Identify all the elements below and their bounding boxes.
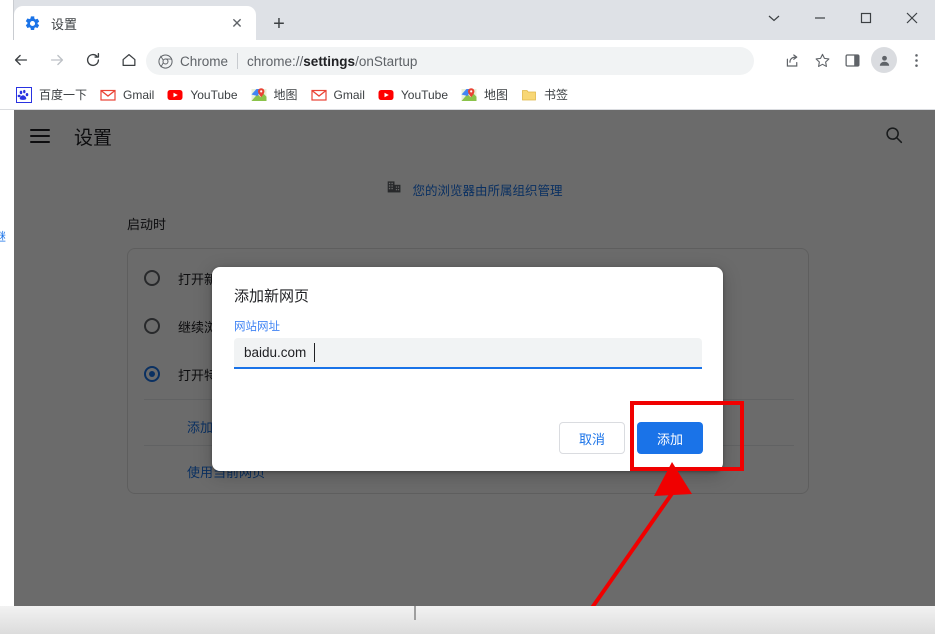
- tab-settings[interactable]: 设置 ✕: [14, 6, 256, 40]
- text-caret: [314, 343, 315, 362]
- toolbar-actions: [777, 45, 931, 75]
- window-left-edge: [0, 0, 14, 40]
- taskbar-divider: [414, 606, 416, 620]
- home-icon[interactable]: [114, 45, 144, 75]
- bookmark-label: YouTube: [190, 87, 238, 102]
- bookmark-label: 百度一下: [39, 88, 88, 102]
- bookmark-label: Gmail: [333, 87, 365, 102]
- omnibox-chrome-label: Chrome: [180, 53, 229, 69]
- google-maps-icon: [251, 87, 267, 103]
- back-arrow-icon[interactable]: [6, 45, 36, 75]
- bookmark-label: 书签: [544, 88, 569, 102]
- share-icon[interactable]: [777, 45, 807, 75]
- star-icon[interactable]: [807, 45, 837, 75]
- chevron-down-icon[interactable]: [751, 0, 797, 36]
- add-button[interactable]: 添加: [637, 422, 703, 454]
- bookmark-label: YouTube: [400, 87, 449, 102]
- bookmark-item[interactable]: YouTube: [374, 84, 455, 106]
- window-controls: [751, 0, 935, 40]
- omnibox-url-prefix: chrome://: [247, 53, 304, 69]
- gear-icon: [24, 15, 41, 32]
- browser-toolbar: Chrome chrome://settings/onStartup: [0, 40, 935, 80]
- bookmark-label: 地图: [273, 88, 298, 102]
- bookmark-item[interactable]: 地图: [247, 84, 305, 106]
- clipped-text-fragment: 继: [0, 230, 7, 244]
- bookmark-item[interactable]: YouTube: [163, 84, 244, 106]
- three-dot-menu-icon[interactable]: [901, 45, 931, 75]
- gmail-icon: [100, 87, 116, 103]
- cancel-button[interactable]: 取消: [559, 422, 625, 454]
- address-bar[interactable]: Chrome chrome://settings/onStartup: [146, 47, 754, 75]
- bookmark-item[interactable]: 百度一下: [12, 84, 94, 106]
- bookmark-item[interactable]: Gmail: [96, 84, 161, 106]
- site-url-input[interactable]: [234, 338, 702, 369]
- bookmarks-bar: 百度一下 Gmail YouTube 地图 Gmail YouTube 地图 书…: [0, 80, 935, 110]
- page-left-strip: 继: [0, 110, 14, 634]
- close-icon[interactable]: [889, 0, 935, 36]
- bookmark-label: Gmail: [123, 87, 155, 102]
- minimize-icon[interactable]: [797, 0, 843, 36]
- bookmark-folder[interactable]: 书签: [517, 84, 575, 106]
- tab-title: 设置: [51, 16, 78, 32]
- reload-icon[interactable]: [78, 45, 108, 75]
- omnibox-url-suffix: /onStartup: [355, 53, 418, 69]
- omnibox-url: chrome://settings/onStartup: [247, 54, 417, 69]
- site-url-field-label: 网站网址: [234, 321, 280, 333]
- gmail-icon: [310, 87, 327, 103]
- avatar[interactable]: [871, 47, 897, 73]
- omnibox-separator: [237, 53, 239, 69]
- youtube-icon: [167, 87, 183, 103]
- chrome-logo-icon: [158, 53, 173, 69]
- youtube-icon: [378, 87, 394, 103]
- google-maps-icon: [461, 87, 477, 103]
- baidu-paw-icon: [16, 86, 32, 103]
- folder-icon: [521, 87, 537, 103]
- taskbar: [0, 606, 935, 634]
- forward-arrow-icon[interactable]: [42, 45, 72, 75]
- dialog-actions: 取消 添加: [559, 422, 703, 454]
- side-panel-icon[interactable]: [837, 45, 867, 75]
- bookmark-item[interactable]: Gmail: [307, 84, 372, 106]
- bookmark-label: 地图: [484, 88, 509, 102]
- close-icon[interactable]: ✕: [228, 14, 246, 32]
- add-new-page-dialog: 添加新网页 网站网址 取消 添加: [212, 267, 723, 471]
- bookmark-item[interactable]: 地图: [457, 84, 515, 106]
- browser-window: 设置 ✕ + Chrome chrome://settings/onStartu…: [0, 0, 935, 634]
- chrome-brand-badge: Chrome: [158, 54, 228, 69]
- dialog-title: 添加新网页: [234, 288, 310, 305]
- maximize-icon[interactable]: [843, 0, 889, 36]
- tab-strip: 设置 ✕ +: [0, 0, 935, 40]
- new-tab-button[interactable]: +: [266, 11, 292, 37]
- omnibox-url-bold: settings: [303, 53, 356, 69]
